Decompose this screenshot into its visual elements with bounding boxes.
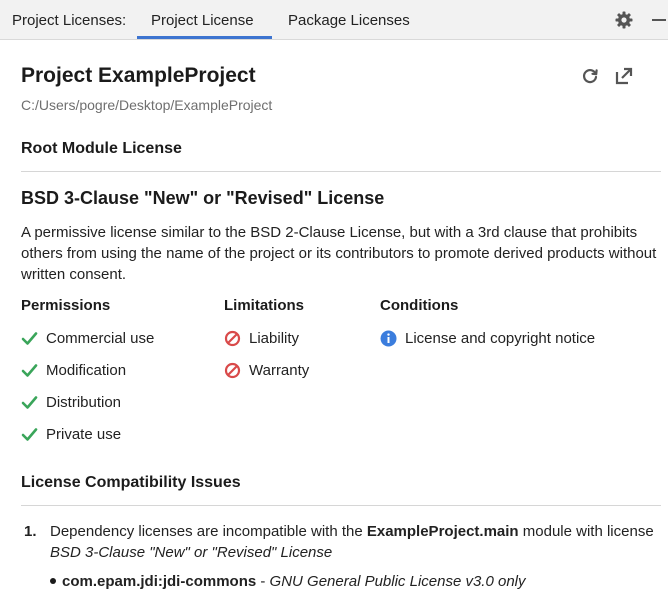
permission-item: Distribution	[21, 391, 121, 413]
tool-window-title: Project Licenses:	[12, 12, 127, 29]
limitation-label: Warranty	[249, 361, 310, 379]
permission-item: Commercial use	[21, 327, 154, 349]
prohibited-icon	[224, 362, 241, 378]
limitation-item: Liability	[224, 327, 299, 349]
refresh-icon[interactable]	[580, 66, 600, 86]
gear-icon[interactable]	[614, 10, 634, 30]
tool-window-header: Project Licenses: Project License Packag…	[0, 0, 668, 40]
root-module-heading: Root Module License	[21, 140, 182, 157]
issue-text-after: module with license	[518, 523, 654, 540]
project-title: Project ExampleProject	[21, 64, 256, 87]
open-external-icon[interactable]	[614, 66, 634, 86]
limitation-label: Liability	[249, 329, 300, 347]
issue-text-before: Dependency licenses are incompatible wit…	[50, 523, 367, 540]
minimize-icon[interactable]	[652, 19, 666, 21]
tab-project-license[interactable]: Project License	[151, 12, 254, 29]
issue-license-name: BSD 3-Clause "New" or "Revised" License	[50, 544, 333, 561]
check-icon	[21, 331, 38, 345]
compatibility-heading: License Compatibility Issues	[21, 474, 241, 491]
selected-tab-indicator	[137, 36, 272, 39]
project-path: C:/Users/pogre/Desktop/ExampleProject	[21, 97, 273, 113]
condition-label: License and copyright notice	[405, 329, 596, 347]
license-description: A permissive license similar to the BSD …	[21, 224, 657, 283]
dependency-license: GNU General Public License v3.0 only	[269, 573, 526, 590]
info-icon	[380, 330, 397, 346]
issue-module-name: ExampleProject.main	[366, 523, 519, 540]
prohibited-icon	[224, 330, 241, 346]
license-name: BSD 3-Clause "New" or "Revised" License	[21, 188, 385, 208]
tab-package-licenses[interactable]: Package Licenses	[288, 12, 410, 29]
bullet-icon	[50, 578, 56, 585]
issue-text: Dependency licenses are incompatible wit…	[50, 521, 668, 563]
check-icon	[21, 395, 38, 409]
permission-label: Commercial use	[46, 329, 155, 347]
permission-item: Modification	[21, 359, 126, 381]
permission-label: Modification	[46, 361, 127, 379]
permission-label: Distribution	[46, 393, 122, 411]
divider	[21, 505, 661, 506]
check-icon	[21, 363, 38, 377]
limitation-item: Warranty	[224, 359, 309, 381]
divider	[21, 171, 661, 172]
dependency-name: com.epam.jdi:jdi-commons	[62, 573, 257, 590]
conditions-heading: Conditions	[380, 297, 459, 314]
permission-label: Private use	[46, 425, 122, 443]
permission-item: Private use	[21, 423, 121, 445]
permissions-heading: Permissions	[21, 297, 111, 314]
dependency-separator: -	[256, 573, 270, 590]
dependency-item: com.epam.jdi:jdi-commons - GNU General P…	[50, 571, 526, 592]
condition-item: License and copyright notice	[380, 327, 595, 349]
issue-number: 1.	[24, 523, 37, 540]
limitations-heading: Limitations	[224, 297, 305, 314]
check-icon	[21, 427, 38, 441]
